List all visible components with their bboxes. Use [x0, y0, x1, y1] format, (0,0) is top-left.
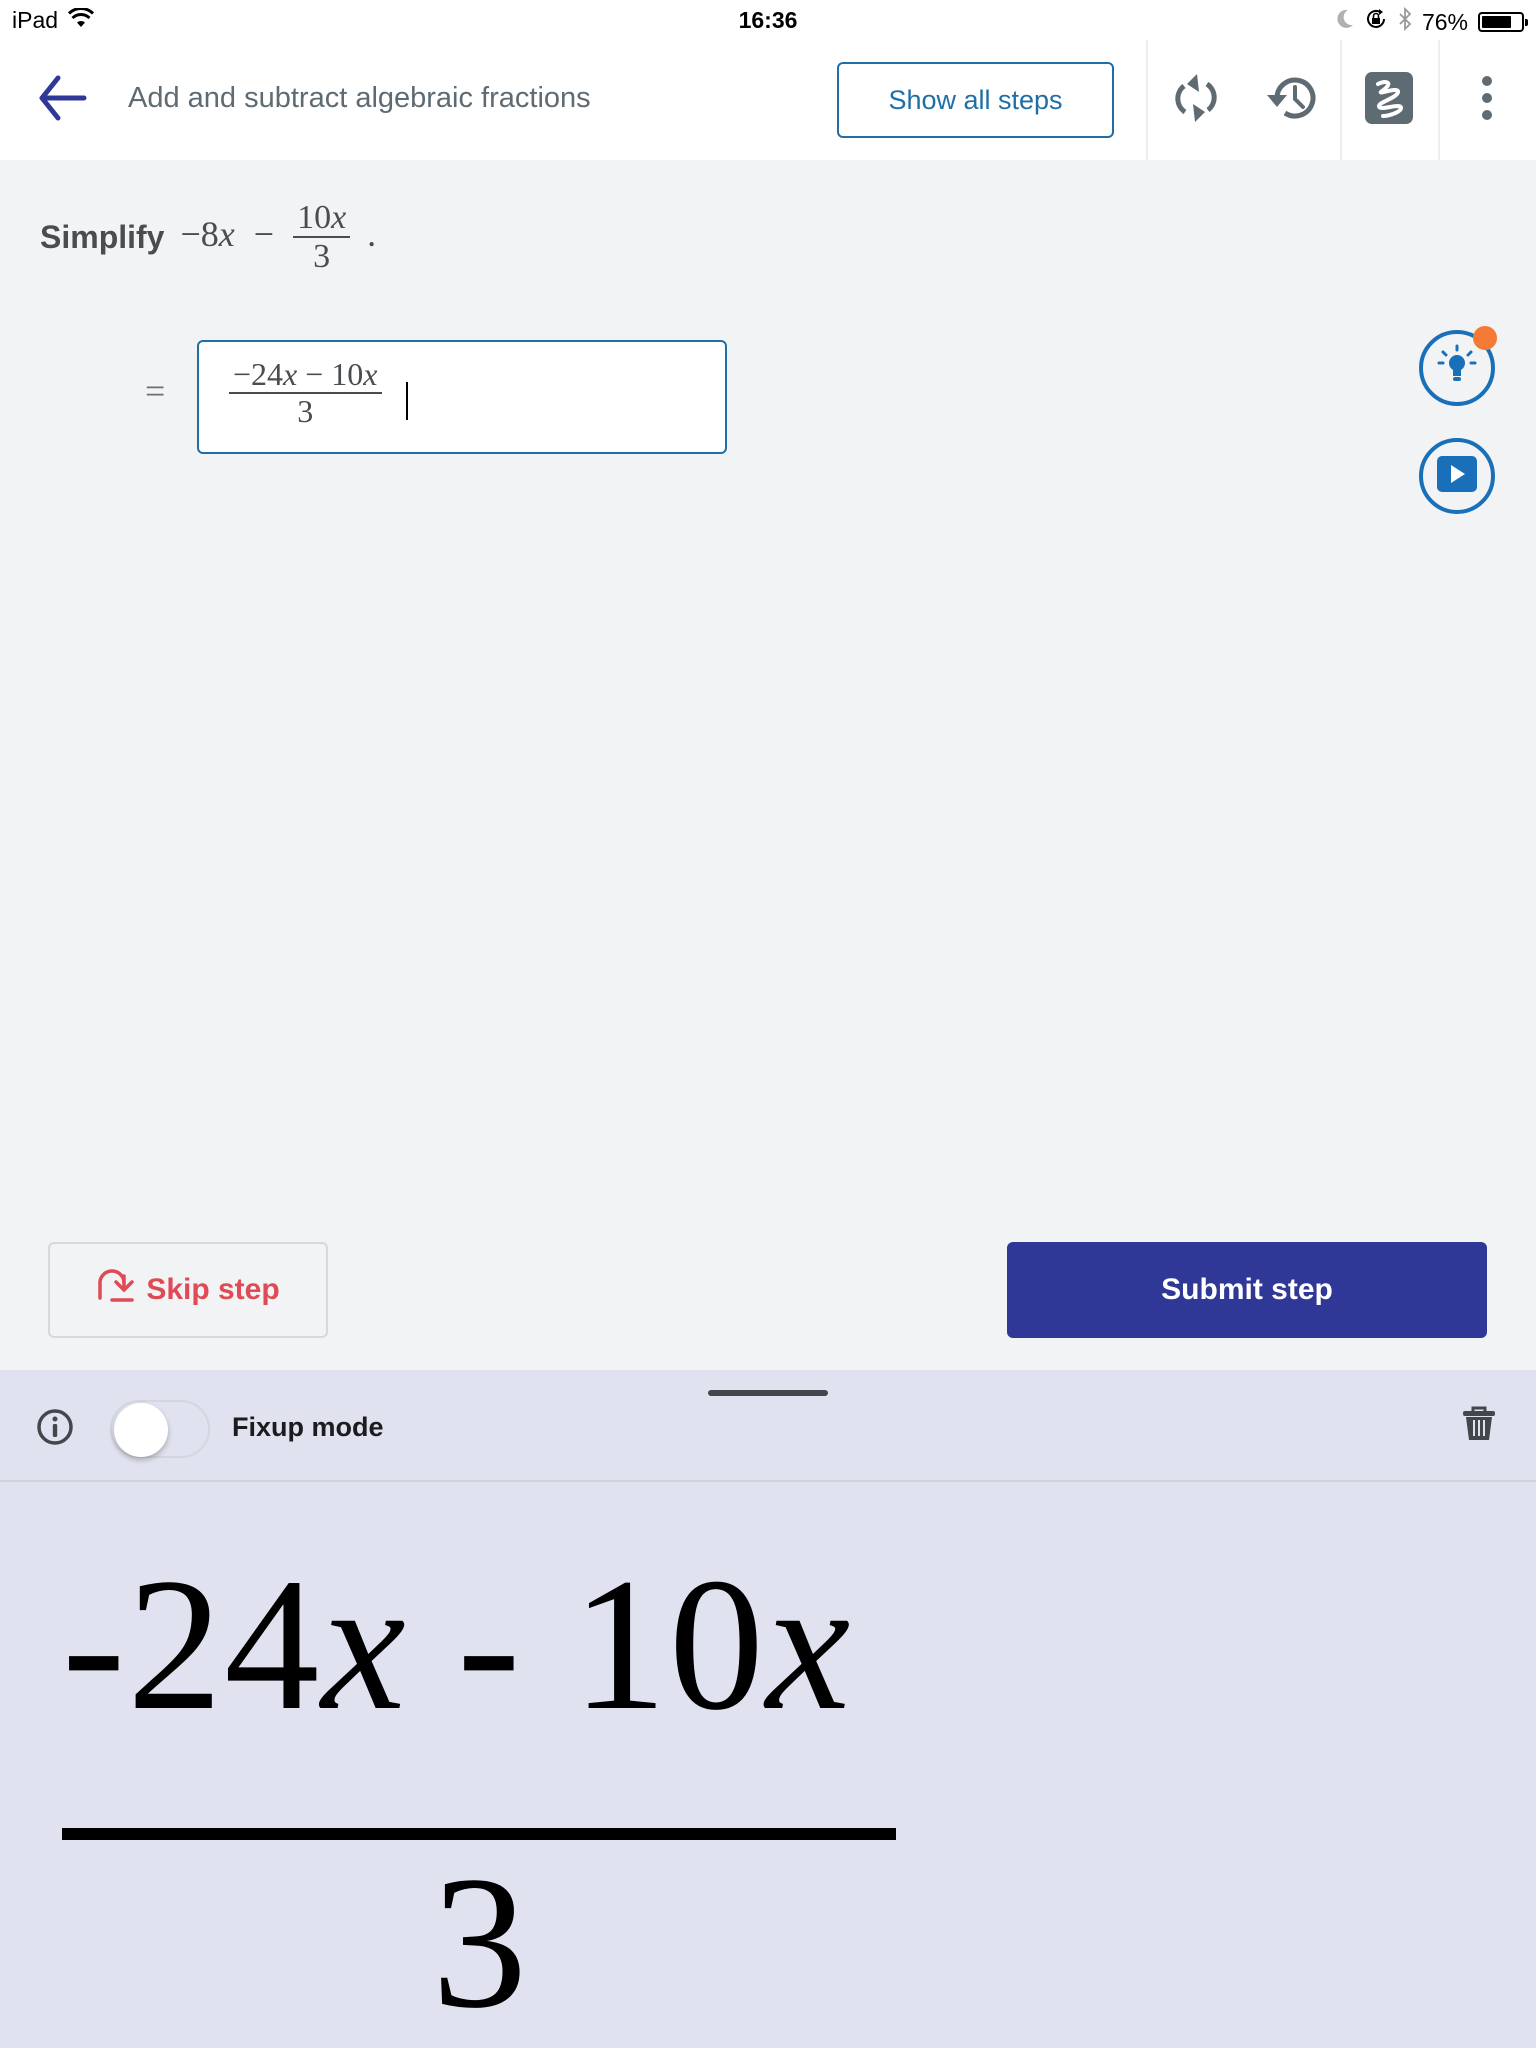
answer-term2: 10 — [331, 356, 364, 392]
scribble-icon — [1365, 71, 1413, 129]
skip-step-button[interactable]: Skip step — [48, 1242, 328, 1338]
recognized-var2: x — [765, 1540, 853, 1750]
answer-operator: − — [297, 356, 332, 392]
recognized-expression: -24x - 10x 3 — [62, 1550, 896, 2038]
skip-icon — [96, 1268, 135, 1312]
handwriting-canvas[interactable]: -24x - 10x 3 — [0, 1484, 1536, 2048]
problem-instruction: Simplify — [40, 219, 165, 256]
answer-denominator: 3 — [297, 392, 314, 429]
hint-notification-dot — [1473, 326, 1497, 350]
fixup-mode-toggle[interactable] — [110, 1400, 210, 1458]
refresh-button[interactable] — [1166, 70, 1226, 130]
recognized-term2: 10 — [571, 1540, 766, 1750]
fraction-denominator: 3 — [313, 237, 331, 275]
history-icon — [1263, 71, 1321, 130]
bluetooth-icon — [1398, 6, 1412, 37]
page-title: Add and subtract algebraic fractions — [128, 82, 591, 114]
video-button[interactable] — [1419, 438, 1495, 514]
battery-icon — [1478, 12, 1528, 32]
recognized-var1: x — [321, 1540, 408, 1750]
play-icon — [1437, 455, 1477, 497]
clock: 16:36 — [738, 7, 798, 33]
fixup-mode-label: Fixup mode — [232, 1412, 384, 1442]
recognized-numerator: -24x - 10x — [62, 1550, 852, 1740]
moon-icon — [1334, 8, 1354, 36]
back-button[interactable] — [30, 68, 94, 132]
header-divider — [1438, 40, 1440, 160]
trash-icon[interactable] — [1462, 1406, 1500, 1446]
panel-drag-handle[interactable] — [708, 1390, 828, 1396]
refresh-icon — [1171, 70, 1221, 131]
equals-sign: = — [145, 371, 166, 411]
battery-percent: 76% — [1421, 8, 1468, 35]
show-all-steps-button[interactable]: Show all steps — [837, 62, 1114, 138]
recognized-denominator: 3 — [432, 1838, 527, 2048]
fraction-numerator: 10x — [293, 199, 351, 238]
header-divider — [1146, 40, 1148, 160]
recognized-operator: - — [407, 1540, 572, 1750]
more-options-button[interactable] — [1457, 70, 1517, 130]
text-caret — [406, 382, 408, 420]
answer-var1: x — [283, 356, 298, 392]
app-header: Add and subtract algebraic fractions Sho… — [0, 40, 1536, 160]
submit-step-button[interactable]: Submit step — [1007, 1242, 1487, 1338]
fraction-numerator-var: x — [331, 199, 347, 236]
handwriting-toolbar: Fixup mode — [0, 1370, 1536, 1482]
hint-button[interactable] — [1419, 326, 1497, 406]
expr-fraction: 10x 3 — [293, 199, 351, 275]
toggle-knob — [114, 1403, 168, 1457]
answer-fraction: −24x − 10x 3 — [229, 356, 382, 429]
back-arrow-icon — [34, 70, 90, 131]
rotation-lock-icon — [1364, 7, 1388, 37]
problem-statement: Simplify −8x − 10x 3 . — [40, 200, 376, 275]
recognized-term1: -24 — [62, 1540, 322, 1750]
skip-step-label: Skip step — [146, 1273, 280, 1306]
answer-term1: −24 — [233, 356, 284, 392]
fraction-numerator-coef: 10 — [297, 199, 332, 236]
expr-coef: −8 — [180, 213, 219, 254]
handwriting-panel: Fixup mode -24x - 10x 3 — [0, 1370, 1536, 2048]
more-vertical-icon — [1481, 75, 1493, 126]
expr-var: x — [218, 213, 235, 254]
info-icon[interactable] — [36, 1408, 74, 1446]
expr-minus: − — [253, 213, 275, 254]
header-divider — [1340, 40, 1342, 160]
answer-input[interactable]: −24x − 10x 3 — [197, 340, 727, 454]
history-button[interactable] — [1262, 70, 1322, 130]
battery-fill — [1482, 16, 1511, 28]
answer-var2: x — [363, 356, 378, 392]
status-bar: iPad 16:36 76% — [0, 0, 1536, 40]
expr-period: . — [367, 213, 377, 254]
scribble-button[interactable] — [1359, 70, 1419, 130]
answer-numerator: −24x − 10x — [229, 356, 382, 394]
problem-expression: −8x − 10x 3 . — [180, 200, 376, 275]
lightbulb-icon — [1437, 344, 1477, 393]
